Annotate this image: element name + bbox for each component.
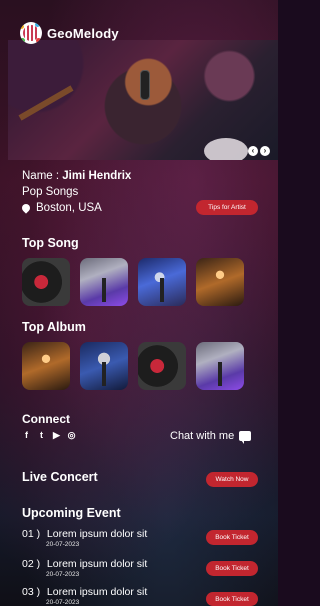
hero-slider-controls: ‹ › bbox=[248, 146, 270, 156]
connect-heading: Connect bbox=[22, 412, 70, 426]
artist-info: Name : Jimi Hendrix Pop Songs Boston, US… bbox=[20, 168, 131, 216]
event-number: 02 ) bbox=[22, 558, 41, 570]
top-album-heading: Top Album bbox=[22, 320, 86, 334]
chevron-right-icon[interactable]: › bbox=[260, 146, 270, 156]
chevron-left-icon[interactable]: ‹ bbox=[248, 146, 258, 156]
song-tile[interactable] bbox=[22, 258, 70, 306]
event-number: 03 ) bbox=[22, 586, 41, 598]
facebook-icon[interactable]: f bbox=[22, 430, 31, 441]
song-tile[interactable] bbox=[138, 258, 186, 306]
album-tile[interactable] bbox=[80, 342, 128, 390]
live-concert-heading: Live Concert bbox=[22, 470, 98, 484]
globe-icon bbox=[20, 22, 42, 44]
book-ticket-button[interactable]: Book Ticket bbox=[206, 561, 258, 576]
album-tile[interactable] bbox=[22, 342, 70, 390]
top-song-heading: Top Song bbox=[22, 236, 79, 250]
brand-logo[interactable]: GeoMelody bbox=[20, 22, 119, 44]
artist-location-text: Boston, USA bbox=[36, 202, 102, 214]
drum-shape bbox=[204, 138, 248, 160]
hero-image bbox=[8, 40, 278, 160]
event-date: 20-07-2023 bbox=[46, 599, 80, 606]
event-date: 20-07-2023 bbox=[46, 571, 80, 578]
watch-now-button[interactable]: Watch Now bbox=[206, 472, 258, 487]
upcoming-event-heading: Upcoming Event bbox=[22, 506, 121, 520]
album-tile[interactable] bbox=[138, 342, 186, 390]
book-ticket-button[interactable]: Book Ticket bbox=[206, 530, 258, 545]
artist-genre: Pop Songs bbox=[22, 186, 79, 198]
chat-label: Chat with me bbox=[170, 430, 235, 442]
top-song-row bbox=[22, 258, 244, 306]
event-date: 20-07-2023 bbox=[46, 541, 80, 548]
brand-name: GeoMelody bbox=[47, 25, 119, 41]
chat-with-me-link[interactable]: Chat with me bbox=[170, 430, 252, 444]
connect-section: Connect f t ▶ ◎ bbox=[22, 412, 76, 441]
artist-name-label: Name : bbox=[22, 170, 60, 182]
app-screen: GeoMelody ‹ › Name : Jimi Hendrix Pop So… bbox=[0, 0, 278, 606]
location-pin-icon bbox=[20, 202, 32, 214]
event-item: 03 ) Lorem ipsum dolor sit 20-07-2023 bbox=[22, 586, 147, 606]
artist-name-line: Name : Jimi Hendrix bbox=[22, 168, 131, 184]
chat-bubble-icon bbox=[239, 431, 252, 444]
guitar-shape bbox=[18, 85, 74, 121]
event-item: 01 ) Lorem ipsum dolor sit 20-07-2023 bbox=[22, 528, 147, 548]
event-title: Lorem ipsum dolor sit bbox=[46, 528, 148, 540]
twitter-icon[interactable]: t bbox=[37, 430, 46, 441]
top-album-row bbox=[22, 342, 244, 390]
event-title: Lorem ipsum dolor sit bbox=[46, 586, 148, 598]
youtube-icon[interactable]: ▶ bbox=[52, 430, 61, 441]
song-tile[interactable] bbox=[196, 258, 244, 306]
event-title: Lorem ipsum dolor sit bbox=[46, 558, 148, 570]
artist-name-value: Jimi Hendrix bbox=[62, 170, 132, 182]
event-number: 01 ) bbox=[22, 528, 41, 540]
hero-section: GeoMelody ‹ › bbox=[0, 0, 278, 160]
song-tile[interactable] bbox=[80, 258, 128, 306]
instagram-icon[interactable]: ◎ bbox=[67, 430, 76, 441]
tips-for-artist-button[interactable]: Tips for Artist bbox=[196, 200, 258, 215]
album-tile[interactable] bbox=[196, 342, 244, 390]
event-item: 02 ) Lorem ipsum dolor sit 20-07-2023 bbox=[22, 558, 147, 578]
microphone-shape bbox=[140, 70, 150, 100]
social-links: f t ▶ ◎ bbox=[22, 430, 76, 441]
artist-location: Boston, USA bbox=[20, 200, 131, 216]
book-ticket-button[interactable]: Book Ticket bbox=[206, 592, 258, 606]
